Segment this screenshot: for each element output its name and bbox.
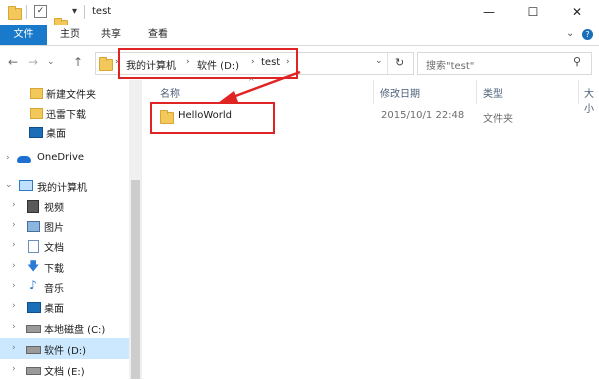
search-icon[interactable]: ⚲ xyxy=(573,55,581,68)
pictures-icon xyxy=(27,221,40,232)
folder-icon xyxy=(8,6,22,20)
sidebar-item-new-folder[interactable]: 新建文件夹 xyxy=(0,82,129,103)
maximize-button[interactable]: ☐ xyxy=(511,0,555,25)
tab-file[interactable]: 文件 xyxy=(0,25,47,45)
minimize-button[interactable]: — xyxy=(467,0,511,25)
column-header-name[interactable]: 名称 xyxy=(160,85,180,100)
quick-access-dropdown[interactable]: ▾ xyxy=(72,6,77,17)
sidebar-item-label: OneDrive xyxy=(37,152,85,163)
ribbon-expand-icon[interactable]: ⌄ xyxy=(566,28,574,39)
folder-icon xyxy=(30,108,43,119)
close-button[interactable]: ✕ xyxy=(555,0,599,25)
sidebar-item-label: 桌面 xyxy=(46,129,66,140)
drive-icon xyxy=(26,325,41,333)
onedrive-icon xyxy=(17,156,31,163)
title-bar: ✓ ▾ test — ☐ ✕ xyxy=(0,0,599,32)
sidebar-item-desktop[interactable]: › 桌面 xyxy=(0,296,129,317)
ribbon-tabs: 文件 主页 共享 查看 ⌄ ? xyxy=(0,25,599,46)
sidebar-item-label: 新建文件夹 xyxy=(46,90,96,101)
sidebar-item-label: 本地磁盘 (C:) xyxy=(44,325,106,336)
sidebar-item-label: 文档 xyxy=(44,243,64,254)
expand-chevron-icon[interactable]: › xyxy=(12,343,16,353)
computer-icon xyxy=(19,180,33,191)
drive-icon xyxy=(26,367,41,375)
sidebar-item-videos[interactable]: › 视频 xyxy=(0,195,129,216)
search-input[interactable]: 搜索"test" xyxy=(426,57,474,72)
toolbar-divider xyxy=(26,5,27,19)
annotation-arrow-shaft xyxy=(229,70,301,100)
folder-icon xyxy=(99,57,113,71)
video-icon xyxy=(27,200,39,213)
column-divider[interactable] xyxy=(373,80,374,104)
sidebar-item-my-computer[interactable]: ⌄ 我的计算机 xyxy=(0,175,129,196)
column-divider[interactable] xyxy=(476,80,477,104)
tab-view[interactable]: 查看 xyxy=(140,25,176,45)
help-icon[interactable]: ? xyxy=(582,29,593,40)
column-divider[interactable] xyxy=(578,80,579,104)
address-dropdown-icon[interactable]: ⌄ xyxy=(375,56,383,66)
annotation-arrow xyxy=(218,70,301,103)
refresh-icon[interactable]: ↻ xyxy=(395,56,404,69)
documents-icon xyxy=(28,240,39,253)
sidebar-scrollbar[interactable] xyxy=(129,80,142,379)
back-button[interactable]: ← xyxy=(8,55,18,69)
up-button[interactable]: ↑ xyxy=(73,55,83,69)
forward-button[interactable]: → xyxy=(28,55,38,69)
expand-chevron-icon[interactable]: › xyxy=(12,240,16,250)
sidebar-item-label: 音乐 xyxy=(44,284,64,295)
desktop-icon xyxy=(29,127,43,138)
sidebar-item-music[interactable]: › ♪ 音乐 xyxy=(0,276,129,297)
sidebar-item-desktop-quick[interactable]: 桌面 xyxy=(0,121,129,142)
address-divider xyxy=(387,53,388,74)
column-header-modified[interactable]: 修改日期 xyxy=(380,85,420,100)
music-icon: ♪ xyxy=(29,278,37,292)
navigation-pane: 新建文件夹 迅雷下载 桌面 › OneDrive ⌄ 我的计算机 › 视频 › … xyxy=(0,80,129,379)
search-box[interactable]: 搜索"test" ⚲ xyxy=(417,52,592,75)
sidebar-item-downloads[interactable]: › 🡇 下载 xyxy=(0,256,129,277)
sidebar-item-drive-e[interactable]: › 文档 (E:) xyxy=(0,359,129,380)
expand-chevron-icon[interactable]: › xyxy=(6,153,10,163)
sidebar-item-onedrive[interactable]: › OneDrive xyxy=(0,148,129,169)
sidebar-item-label: 下载 xyxy=(44,264,64,275)
sidebar-item-label: 桌面 xyxy=(44,304,64,315)
file-modified: 2015/10/1 22:48 xyxy=(381,110,465,121)
desktop-icon xyxy=(27,302,41,313)
download-icon: 🡇 xyxy=(27,259,40,273)
tab-share[interactable]: 共享 xyxy=(93,25,129,45)
sidebar-item-documents[interactable]: › 文档 xyxy=(0,235,129,256)
expand-chevron-icon[interactable]: › xyxy=(12,200,16,210)
sidebar-item-label: 视频 xyxy=(44,203,64,214)
toolbar-divider xyxy=(84,5,85,19)
folder-icon xyxy=(30,88,43,99)
expand-chevron-icon[interactable]: › xyxy=(12,322,16,332)
tab-home[interactable]: 主页 xyxy=(52,25,88,45)
expand-chevron-icon[interactable]: › xyxy=(12,364,16,374)
window-title: test xyxy=(92,6,112,17)
sidebar-item-drive-d[interactable]: › 软件 (D:) xyxy=(0,338,129,359)
collapse-chevron-icon[interactable]: ⌄ xyxy=(5,180,13,190)
sidebar-item-xunlei[interactable]: 迅雷下载 xyxy=(0,102,129,123)
recent-locations-button[interactable]: ⌄ xyxy=(47,57,55,67)
expand-chevron-icon[interactable]: › xyxy=(12,281,16,291)
sidebar-item-label: 文档 (E:) xyxy=(44,367,85,378)
sidebar-item-label: 图片 xyxy=(44,223,64,234)
drive-icon xyxy=(26,346,41,354)
sidebar-item-label: 迅雷下载 xyxy=(46,110,86,121)
sidebar-item-label: 我的计算机 xyxy=(37,183,87,194)
expand-chevron-icon[interactable]: › xyxy=(12,301,16,311)
annotation-arrow-head xyxy=(218,91,238,103)
expand-chevron-icon[interactable]: › xyxy=(12,220,16,230)
expand-chevron-icon[interactable]: › xyxy=(12,261,16,271)
properties-icon[interactable]: ✓ xyxy=(34,5,47,18)
file-type: 文件夹 xyxy=(483,114,513,125)
sidebar-item-label: 软件 (D:) xyxy=(44,346,87,357)
scrollbar-thumb[interactable] xyxy=(131,180,140,379)
column-header-type[interactable]: 类型 xyxy=(483,85,503,100)
sidebar-item-pictures[interactable]: › 图片 xyxy=(0,215,129,236)
sidebar-item-drive-c[interactable]: › 本地磁盘 (C:) xyxy=(0,317,129,338)
